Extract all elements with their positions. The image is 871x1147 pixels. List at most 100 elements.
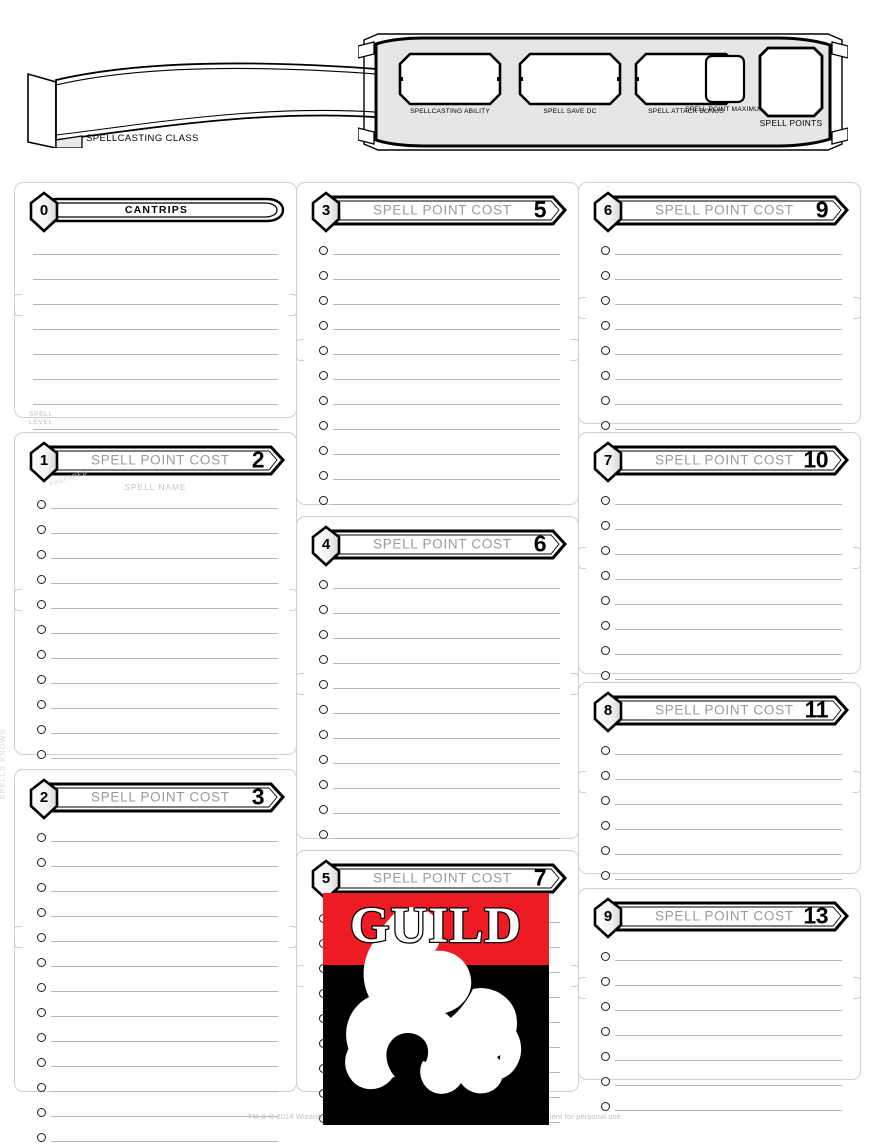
prepared-checkbox[interactable] (37, 675, 46, 684)
prepared-checkbox[interactable] (601, 796, 610, 805)
spell-row[interactable] (591, 1041, 848, 1066)
spell-name-input-line[interactable] (51, 966, 278, 967)
prepared-checkbox[interactable] (319, 496, 328, 505)
spell-name-input-line[interactable] (615, 754, 842, 755)
field-spellcasting-ability[interactable]: SPELLCASTING ABILITY (398, 52, 502, 115)
prepared-checkbox[interactable] (601, 1002, 610, 1011)
spell-row[interactable] (27, 539, 284, 564)
prepared-checkbox[interactable] (319, 396, 328, 405)
spell-name-input-line[interactable] (615, 404, 842, 405)
spell-row[interactable] (27, 922, 284, 947)
cantrip-row[interactable] (27, 285, 284, 310)
spell-row[interactable] (591, 335, 848, 360)
spell-row[interactable] (591, 760, 848, 785)
spell-name-input-line[interactable] (33, 379, 278, 380)
spell-row[interactable] (27, 614, 284, 639)
spell-point-maximum-box[interactable] (704, 54, 746, 104)
prepared-checkbox[interactable] (37, 625, 46, 634)
prepared-checkbox[interactable] (37, 1083, 46, 1092)
prepared-checkbox[interactable] (37, 858, 46, 867)
spell-row[interactable] (309, 819, 566, 844)
spell-row[interactable] (309, 435, 566, 460)
spell-name-input-line[interactable] (51, 583, 278, 584)
spell-name-input-line[interactable] (333, 304, 560, 305)
spell-name-input-line[interactable] (51, 608, 278, 609)
prepared-checkbox[interactable] (601, 621, 610, 630)
spell-row[interactable] (27, 897, 284, 922)
field-spell-point-maximum[interactable]: SPELL POINT MAXIMUM (685, 54, 765, 113)
spell-row[interactable] (309, 694, 566, 719)
prepared-checkbox[interactable] (37, 750, 46, 759)
spell-row[interactable] (27, 489, 284, 514)
spell-name-input-line[interactable] (333, 813, 560, 814)
spell-name-input-line[interactable] (333, 479, 560, 480)
spell-row[interactable] (27, 514, 284, 539)
prepared-checkbox[interactable] (601, 977, 610, 986)
spell-name-input-line[interactable] (33, 329, 278, 330)
spell-name-input-line[interactable] (615, 579, 842, 580)
spell-name-input-line[interactable] (51, 866, 278, 867)
spellcasting-ability-box[interactable] (398, 52, 502, 106)
spell-name-input-line[interactable] (615, 379, 842, 380)
spell-name-input-line[interactable] (333, 588, 560, 589)
spell-row[interactable] (27, 847, 284, 872)
spell-row[interactable] (309, 794, 566, 819)
spell-row[interactable] (309, 385, 566, 410)
prepared-checkbox[interactable] (601, 271, 610, 280)
prepared-checkbox[interactable] (601, 421, 610, 430)
spell-row[interactable] (27, 997, 284, 1022)
spell-name-input-line[interactable] (51, 508, 278, 509)
prepared-checkbox[interactable] (601, 346, 610, 355)
prepared-checkbox[interactable] (37, 983, 46, 992)
spell-name-input-line[interactable] (333, 738, 560, 739)
prepared-checkbox[interactable] (601, 821, 610, 830)
cantrip-row[interactable] (27, 335, 284, 360)
prepared-checkbox[interactable] (601, 771, 610, 780)
spell-row[interactable] (591, 285, 848, 310)
prepared-checkbox[interactable] (601, 671, 610, 680)
spell-name-input-line[interactable] (33, 254, 278, 255)
prepared-checkbox[interactable] (37, 575, 46, 584)
prepared-checkbox[interactable] (601, 646, 610, 655)
spell-name-input-line[interactable] (615, 329, 842, 330)
spell-name-input-line[interactable] (333, 454, 560, 455)
spell-row[interactable] (27, 1072, 284, 1097)
prepared-checkbox[interactable] (37, 500, 46, 509)
cantrip-row[interactable] (27, 360, 284, 385)
spell-name-input-line[interactable] (615, 254, 842, 255)
prepared-checkbox[interactable] (37, 908, 46, 917)
cantrip-row[interactable] (27, 260, 284, 285)
spell-name-input-line[interactable] (51, 991, 278, 992)
prepared-checkbox[interactable] (319, 755, 328, 764)
prepared-checkbox[interactable] (37, 650, 46, 659)
spell-row[interactable] (27, 822, 284, 847)
spell-row[interactable] (591, 735, 848, 760)
spell-name-input-line[interactable] (33, 304, 278, 305)
prepared-checkbox[interactable] (37, 1133, 46, 1142)
spell-points-box[interactable] (758, 46, 824, 118)
spell-row[interactable] (591, 1016, 848, 1041)
spell-name-input-line[interactable] (333, 429, 560, 430)
spell-row[interactable] (591, 360, 848, 385)
spell-name-input-line[interactable] (615, 829, 842, 830)
spell-name-input-line[interactable] (333, 638, 560, 639)
spell-name-input-line[interactable] (333, 663, 560, 664)
spell-name-input-line[interactable] (615, 304, 842, 305)
spell-row[interactable] (591, 835, 848, 860)
spell-name-input-line[interactable] (615, 1010, 842, 1011)
prepared-checkbox[interactable] (37, 525, 46, 534)
spell-name-input-line[interactable] (615, 1085, 842, 1086)
spell-row[interactable] (27, 639, 284, 664)
prepared-checkbox[interactable] (601, 952, 610, 961)
prepared-checkbox[interactable] (319, 655, 328, 664)
spell-row[interactable] (27, 1022, 284, 1047)
spell-name-input-line[interactable] (333, 688, 560, 689)
prepared-checkbox[interactable] (37, 550, 46, 559)
spell-name-input-line[interactable] (615, 679, 842, 680)
spell-save-dc-box[interactable] (518, 52, 622, 106)
spell-name-input-line[interactable] (615, 654, 842, 655)
spell-name-input-line[interactable] (33, 354, 278, 355)
prepared-checkbox[interactable] (601, 571, 610, 580)
spell-name-input-line[interactable] (51, 1066, 278, 1067)
spell-row[interactable] (27, 564, 284, 589)
